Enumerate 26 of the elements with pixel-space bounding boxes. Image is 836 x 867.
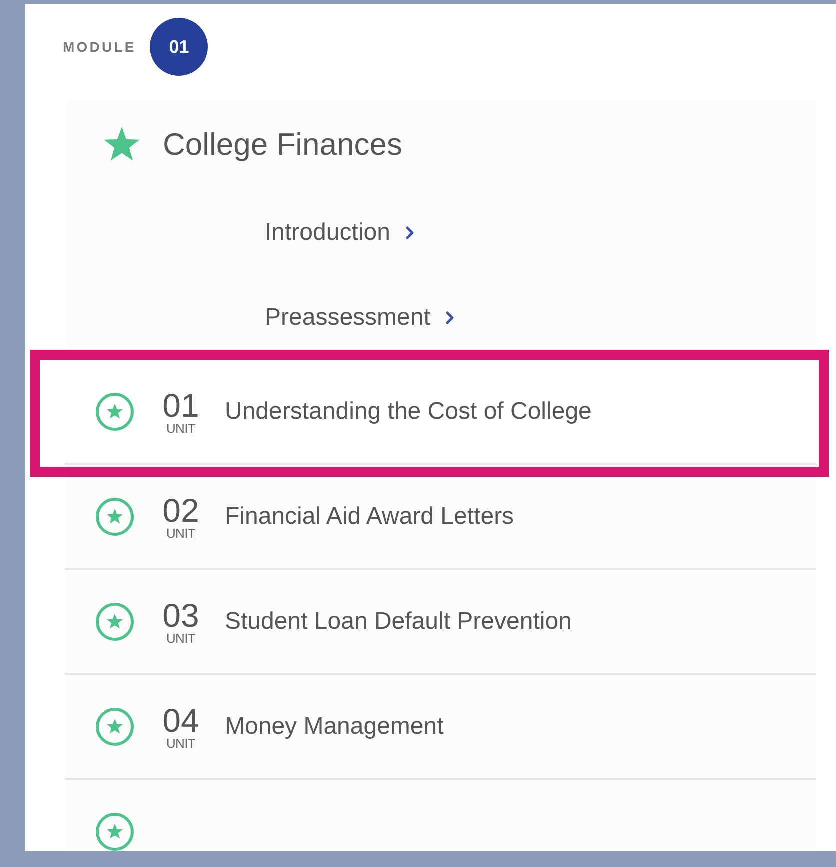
- unit-title: Student Loan Default Prevention: [225, 606, 572, 636]
- unit-label: UNIT: [166, 422, 196, 434]
- unit-label: UNIT: [166, 632, 196, 644]
- unit-number: 01: [162, 388, 200, 422]
- unit-title: Financial Aid Award Letters: [225, 502, 514, 532]
- star-circle-icon: [95, 706, 135, 746]
- unit-label: UNIT: [166, 736, 196, 750]
- star-circle-icon: [95, 602, 135, 642]
- module-number-badge: 01: [150, 18, 208, 76]
- unit-number: 04: [162, 704, 200, 736]
- section-link[interactable]: Preassessment: [265, 275, 460, 360]
- unit-title: Understanding the Cost of College: [225, 396, 592, 426]
- unit-row[interactable]: 02 UNIT Financial Aid Award Letters: [65, 465, 816, 570]
- unit-title: Money Management: [225, 712, 444, 742]
- star-circle-icon: [95, 496, 135, 536]
- course-title: College Finances: [163, 126, 403, 164]
- unit-label: UNIT: [166, 526, 196, 540]
- unit-number: 03: [162, 598, 200, 632]
- section-link[interactable]: Introduction: [265, 190, 420, 275]
- unit-row[interactable]: 03 UNIT Student Loan Default Prevention: [65, 570, 816, 675]
- star-icon: [103, 127, 141, 163]
- star-circle-icon: [95, 392, 135, 432]
- module-label: MODULE: [63, 38, 136, 56]
- unit-number: 02: [162, 494, 200, 526]
- star-circle-icon: [95, 812, 135, 851]
- unit-row[interactable]: 04 UNIT Money Management: [65, 675, 816, 780]
